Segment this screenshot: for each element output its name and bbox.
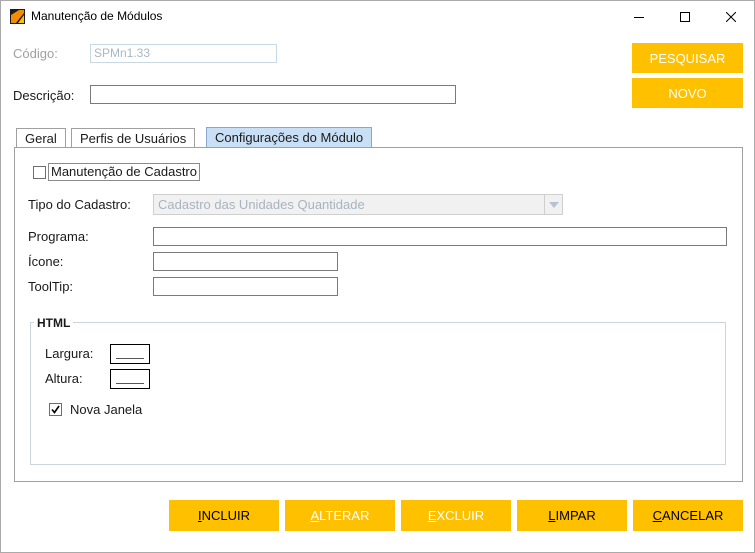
descricao-label: Descrição:: [13, 88, 75, 103]
tooltip-label: ToolTip:: [28, 279, 74, 294]
nova-janela-checkbox[interactable]: [49, 403, 62, 416]
codigo-label: Código:: [13, 46, 58, 61]
incluir-button[interactable]: I NCLUIR: [169, 500, 279, 531]
main-window: Manutenção de Módulos Código: SPMn1.33 D…: [0, 0, 755, 553]
nova-janela-label[interactable]: Nova Janela: [70, 402, 142, 417]
largura-field[interactable]: [110, 344, 150, 364]
codigo-field[interactable]: SPMn1.33: [90, 44, 277, 63]
tab-geral[interactable]: Geral: [16, 128, 66, 148]
manutencao-cadastro-label[interactable]: Manutenção de Cadastro: [48, 163, 200, 181]
minimize-icon: [634, 16, 644, 18]
programa-label: Programa:: [28, 229, 89, 244]
manutencao-cadastro-checkbox[interactable]: [33, 166, 46, 179]
minimize-button[interactable]: [616, 1, 662, 32]
dropdown-arrow[interactable]: [544, 195, 562, 214]
close-button[interactable]: [708, 1, 754, 32]
maximize-icon: [680, 11, 690, 22]
checkmark-icon: [51, 405, 60, 414]
alterar-button[interactable]: A LTERAR: [285, 500, 395, 531]
tipo-cadastro-value: Cadastro das Unidades Quantidade: [158, 197, 365, 212]
altura-label: Altura:: [45, 371, 83, 386]
app-logo-icon: [10, 9, 25, 24]
altura-field[interactable]: [110, 369, 150, 389]
chevron-down-icon: [548, 201, 559, 208]
icone-label: Ícone:: [28, 254, 64, 269]
programa-field[interactable]: [153, 227, 727, 246]
cancelar-button[interactable]: C ANCELAR: [633, 500, 743, 531]
limpar-button[interactable]: L IMPAR: [517, 500, 627, 531]
tab-perfis-usuarios[interactable]: Perfis de Usuários: [71, 128, 196, 148]
maximize-button[interactable]: [662, 1, 708, 32]
tab-configuracoes-modulo[interactable]: Configurações do Módulo: [206, 127, 373, 148]
pesquisar-button[interactable]: PESQUISAR: [632, 43, 743, 73]
tipo-cadastro-label: Tipo do Cadastro:: [28, 197, 131, 212]
tooltip-field[interactable]: [153, 277, 338, 296]
descricao-field[interactable]: [90, 85, 456, 104]
tipo-cadastro-select[interactable]: Cadastro das Unidades Quantidade: [153, 194, 563, 215]
icone-field[interactable]: [153, 252, 338, 271]
title-bar: Manutenção de Módulos: [1, 1, 754, 32]
close-icon: [726, 11, 736, 22]
window-title: Manutenção de Módulos: [31, 9, 163, 23]
novo-button[interactable]: NOVO: [632, 78, 743, 108]
excluir-button[interactable]: E XCLUIR: [401, 500, 511, 531]
html-group-title: HTML: [34, 316, 74, 330]
largura-label: Largura:: [45, 346, 94, 361]
